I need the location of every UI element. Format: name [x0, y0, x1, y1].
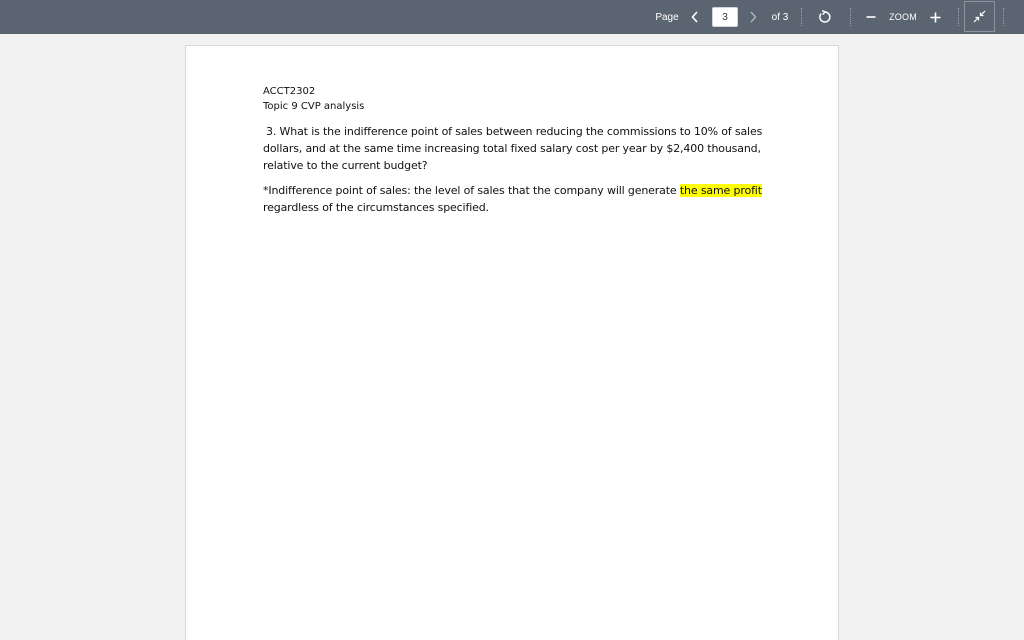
page-count-label: of 3	[771, 11, 789, 23]
next-page-button[interactable]	[744, 0, 762, 34]
minus-icon	[866, 16, 876, 18]
zoom-out-button[interactable]	[862, 0, 880, 34]
pdf-viewer-toolbar: Page of 3 ZOOM	[0, 0, 1024, 34]
definition-text: *Indifference point of sales: the level …	[263, 184, 680, 197]
page-label: Page	[655, 11, 679, 23]
toolbar-divider	[1003, 8, 1004, 26]
highlighted-text: the same profit	[679, 184, 762, 197]
chevron-left-icon	[691, 11, 698, 23]
zoom-label: ZOOM	[889, 12, 917, 22]
definition-line: regardless of the circumstances specifie…	[263, 201, 489, 214]
question-line: dollars, and at the same time increasing…	[263, 142, 761, 155]
rotate-icon	[819, 10, 831, 23]
definition-line: *Indifference point of sales: the level …	[263, 184, 762, 197]
page-number-input[interactable]	[712, 7, 738, 27]
rotate-button[interactable]	[814, 0, 836, 34]
question-line: 3. What is the indifference point of sal…	[266, 125, 763, 138]
document-page: ACCT2302 Topic 9 CVP analysis 3. What is…	[185, 45, 839, 640]
document-viewport[interactable]: ACCT2302 Topic 9 CVP analysis 3. What is…	[0, 34, 1024, 640]
topic-title: Topic 9 CVP analysis	[263, 101, 365, 112]
course-code: ACCT2302	[263, 86, 316, 97]
toolbar-divider	[958, 8, 959, 26]
chevron-right-icon	[750, 11, 757, 23]
toolbar-divider	[801, 8, 802, 26]
zoom-in-button[interactable]	[926, 0, 944, 34]
previous-page-button[interactable]	[686, 0, 704, 34]
toolbar-divider	[850, 8, 851, 26]
question-line: relative to the current budget?	[263, 159, 428, 172]
collapse-arrows-icon	[973, 10, 986, 23]
plus-icon	[930, 12, 940, 22]
fit-page-button[interactable]	[964, 1, 995, 32]
